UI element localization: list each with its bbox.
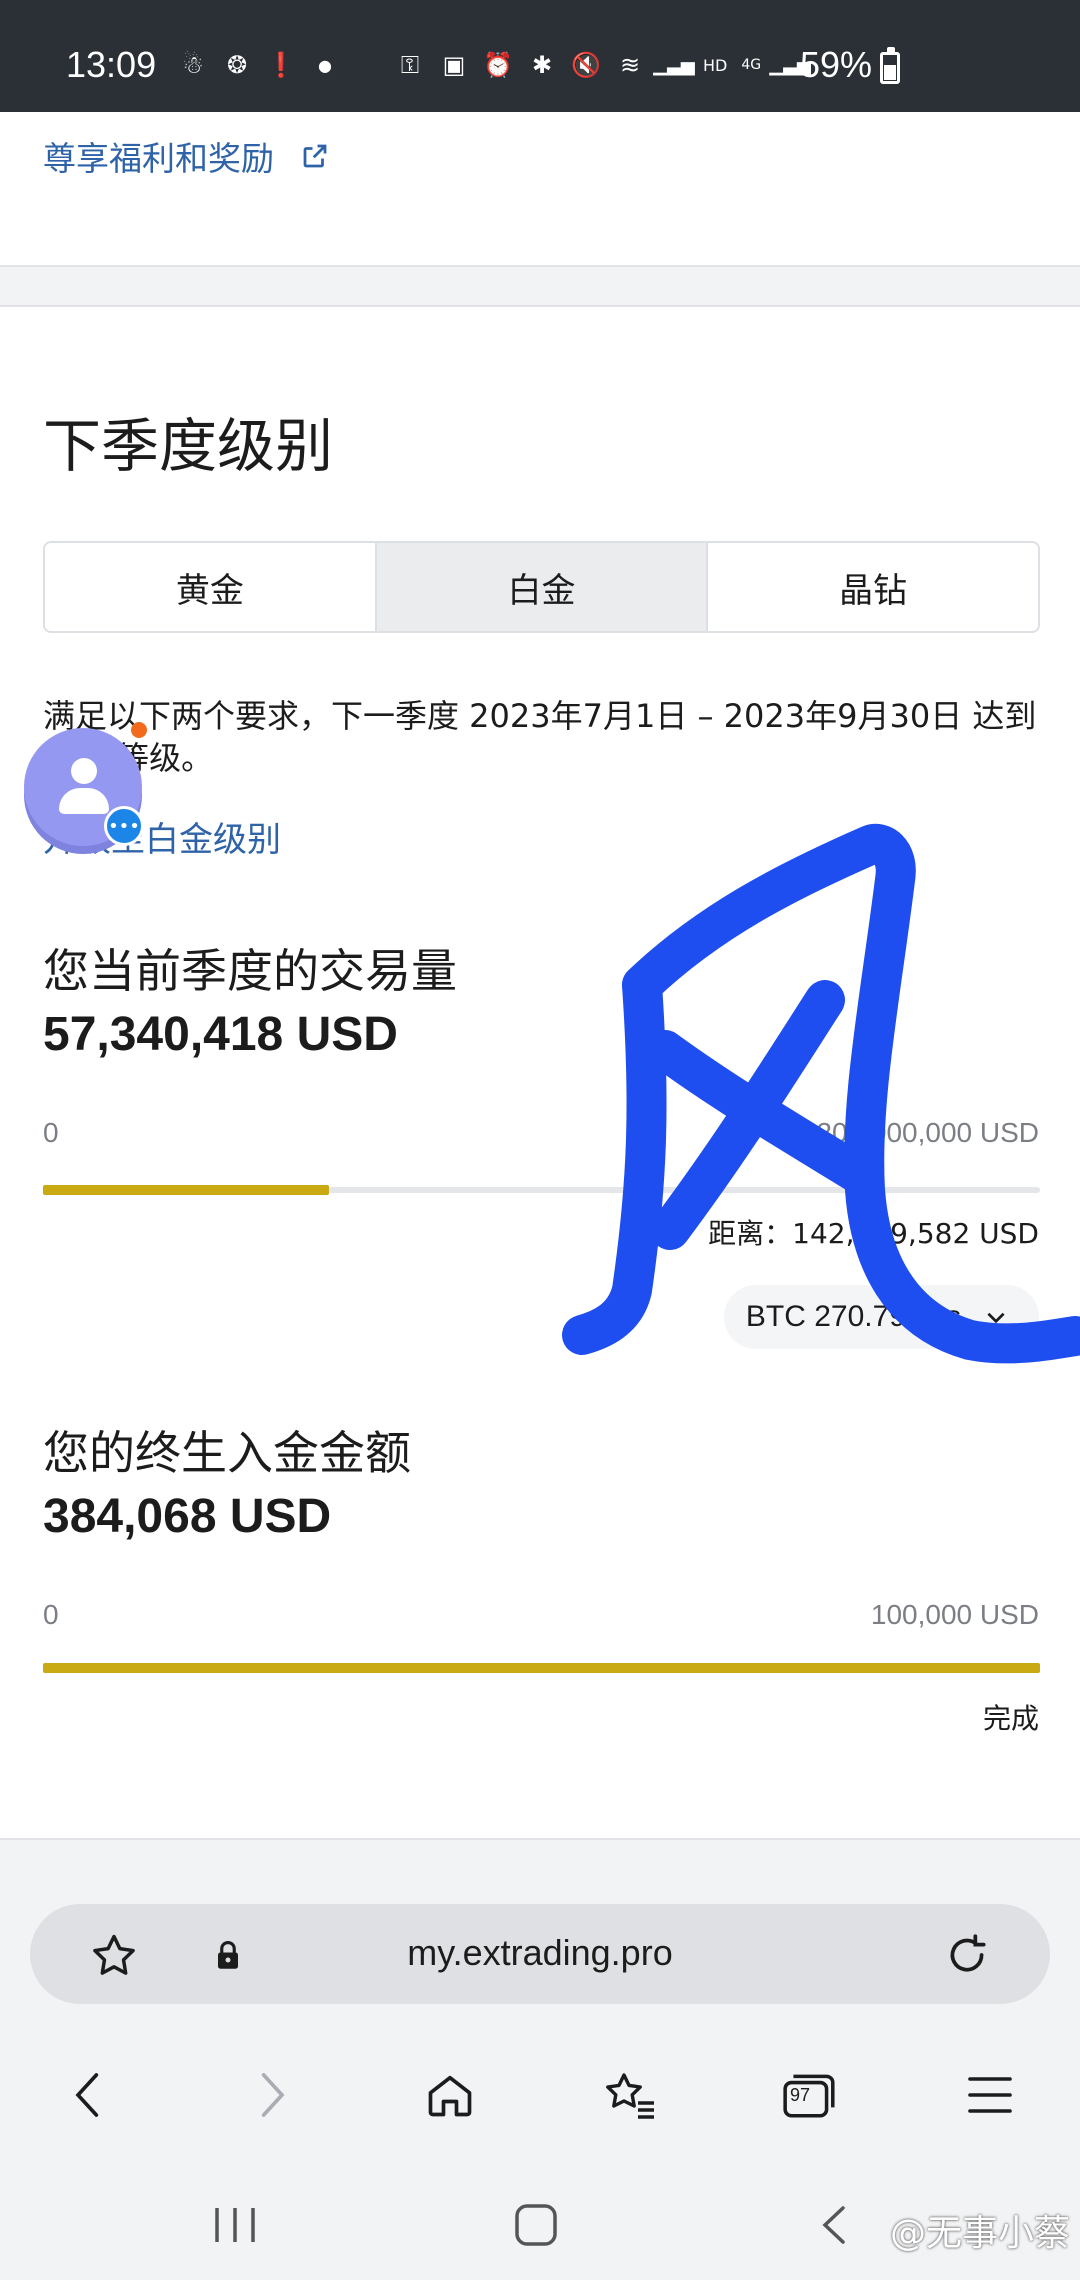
bookmarks-button[interactable]	[600, 2065, 660, 2125]
battery-saver-icon: ▣	[442, 51, 466, 79]
battery-icon	[880, 47, 900, 84]
signal-icon: ▁▃▅	[653, 54, 695, 76]
status-bar: 13:09 ☃ ❂ ❗ ● ⚿ ▣ ⏰ ✱ 🔇 ≋ ▁▃▅ HD 4G ▁▃▅ …	[0, 0, 1080, 112]
hamburger-menu-icon	[968, 2077, 1012, 2113]
bluetooth-icon: ✱	[531, 51, 553, 79]
volume-progress-bar	[43, 1185, 1040, 1195]
chevron-down-icon	[987, 1312, 1005, 1324]
deposit-range-min: 0	[43, 1599, 59, 1630]
back-button[interactable]	[58, 2065, 118, 2125]
forward-button[interactable]	[242, 2065, 302, 2125]
menu-button[interactable]	[960, 2065, 1020, 2125]
external-link-icon	[303, 144, 327, 168]
forward-arrow-icon	[261, 2073, 285, 2117]
tab-diamond[interactable]: 晶钻	[708, 543, 1038, 631]
next-tier-section: 下季度级别 黄金 白金 晶钻 满足以下两个要求，下一季度 2023年7月1日 –…	[0, 305, 1080, 1840]
wifi-icon: ≋	[619, 51, 641, 79]
avatar-head	[71, 758, 97, 784]
avatar-body	[59, 788, 109, 814]
distance-text: 距离：142,659,582 USD	[708, 1217, 1039, 1250]
reload-icon[interactable]	[942, 1930, 992, 1980]
notification-icons: ☃ ❂ ❗ ●	[178, 50, 340, 80]
tier-tabs: 黄金 白金 晶钻	[43, 541, 1040, 633]
volume-range-min: 0	[43, 1117, 59, 1148]
browser-nav-row: 97	[0, 2045, 1080, 2145]
bookmarks-star-list-icon	[606, 2073, 654, 2119]
tabs-count: 97	[790, 2085, 811, 2105]
alert-icon: ❗	[266, 51, 296, 79]
deposit-value: 384,068 USD	[43, 1490, 332, 1543]
address-bar[interactable]: my.extrading.pro	[30, 1904, 1050, 2004]
mute-icon: 🔇	[571, 51, 601, 79]
volume-range-max: 200,000,000 USD	[816, 1117, 1039, 1148]
deposit-status: 完成	[982, 1702, 1039, 1735]
deposit-progress-bar	[43, 1663, 1040, 1673]
benefits-link-label: 尊享福利和奖励	[43, 139, 274, 178]
tab-platinum[interactable]: 白金	[376, 543, 709, 631]
alarm-icon: ⏰	[483, 51, 513, 79]
volume-title: 您当前季度的交易量	[43, 944, 457, 998]
more-dot-icon: ●	[318, 55, 332, 75]
network-type-label: 4G	[741, 57, 762, 73]
status-time: 13:09	[66, 44, 157, 85]
tabs-button[interactable]: 97	[780, 2065, 840, 2125]
next-tier-title: 下季度级别	[43, 412, 334, 480]
browser-toolbar: my.extrading.pro 97	[0, 1880, 1080, 2170]
lots-select-value: BTC 270.79 lots	[745, 1300, 961, 1333]
system-nav-bar: @无事小蔡	[0, 2170, 1080, 2280]
benefits-link[interactable]: 尊享福利和奖励	[43, 132, 330, 180]
hd-label: HD	[703, 55, 728, 75]
home-button[interactable]	[420, 2065, 480, 2125]
system-status-icons: ⚿ ▣ ⏰ ✱ 🔇 ≋ ▁▃▅ HD 4G ▁▃▅	[395, 50, 811, 80]
home-icon	[428, 2075, 472, 2117]
notification-app-icon: ☃	[182, 51, 204, 79]
tab-gold[interactable]: 黄金	[45, 543, 377, 631]
url-text[interactable]: my.extrading.pro	[30, 1932, 1050, 1974]
chat-icon[interactable]: •••	[104, 806, 144, 846]
deposit-progress-fill	[43, 1663, 1040, 1673]
back-arrow-icon	[75, 2073, 99, 2117]
lots-select[interactable]: BTC 270.79 lots	[723, 1285, 1039, 1349]
recent-apps-icon[interactable]	[205, 2200, 265, 2250]
volume-value: 57,340,418 USD	[43, 1008, 398, 1061]
home-nav-icon[interactable]	[505, 2200, 565, 2250]
volume-progress-fill	[43, 1185, 330, 1195]
notification-dot	[131, 722, 147, 738]
key-icon: ⚿	[400, 51, 420, 79]
deposit-title: 您的终生入金金额	[43, 1426, 411, 1480]
battery-percent: 59%	[800, 44, 873, 85]
requirement-text: 满足以下两个要求，下一季度 2023年7月1日 – 2023年9月30日 达到白…	[43, 697, 1037, 777]
watermark-text: @无事小蔡	[889, 2213, 1070, 2254]
benefits-section: 尊享福利和奖励	[0, 112, 1080, 267]
back-nav-icon[interactable]	[805, 2200, 865, 2250]
wechat-icon: ❂	[226, 51, 248, 79]
deposit-range-max: 100,000 USD	[870, 1599, 1039, 1630]
